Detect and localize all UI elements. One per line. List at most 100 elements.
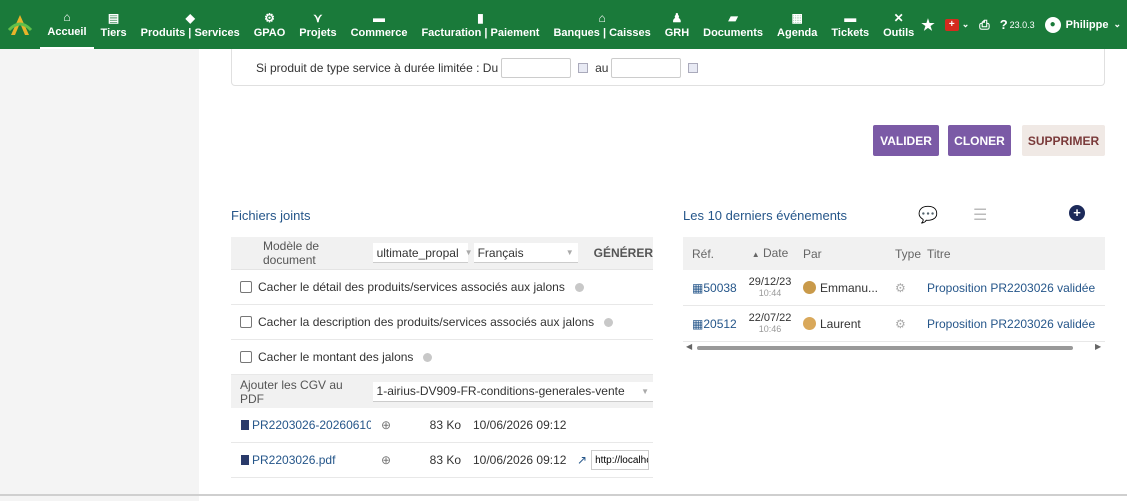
valider-button[interactable]: VALIDER <box>873 125 939 156</box>
nav-label: GPAO <box>253 26 286 39</box>
pdf-icon <box>241 420 249 430</box>
calendar-icon[interactable] <box>578 63 589 73</box>
nav-item-facturation-paiement[interactable]: ▮ Facturation | Paiement <box>414 0 546 49</box>
nav-item-tiers[interactable]: ▤ Tiers <box>94 0 134 49</box>
col-date[interactable]: ▲ Date <box>743 247 797 260</box>
nav-item-produits-services[interactable]: ◆ Produits | Services <box>134 0 247 49</box>
info-icon <box>423 352 433 362</box>
nav-label: Banques | Caisses <box>553 26 651 39</box>
user-avatar-icon <box>803 316 816 330</box>
nav-item-tickets[interactable]: ▬ Tickets <box>824 0 876 49</box>
file-size: 83 Ko <box>429 453 461 467</box>
top-navbar: ⌂ Accueil ▤ Tiers ◆ Produits | Services ⚙ GPAO ⋎… <box>0 0 1127 49</box>
invoice-icon: ▮ <box>477 10 484 25</box>
sitemap-icon: ⋎ <box>313 10 323 25</box>
nav-right-area: ★ + ⌄ ⎙ ? 23.0.3 ● Philippe ⌄ <box>921 0 1127 49</box>
file-link[interactable]: PR2203026.pdf <box>231 453 371 467</box>
scroll-right-icon[interactable]: ▶ <box>1095 342 1101 351</box>
briefcase-icon: ▬ <box>373 10 386 25</box>
service-duration-label: Si produit de type service à durée limit… <box>256 61 499 75</box>
file-name: PR2203026-20260610:... <box>252 418 371 432</box>
chevron-down-icon: ▼ <box>464 248 473 257</box>
col-type[interactable]: Type <box>889 247 923 261</box>
language-select[interactable]: Français ▼ <box>473 243 578 263</box>
cgv-label: Ajouter les CGV au PDF <box>240 377 343 406</box>
chevron-down-icon: ⌄ <box>961 19 970 29</box>
nav-item-banques-caisses[interactable]: ⌂ Banques | Caisses <box>546 0 657 49</box>
tools-icon: ✕ <box>893 10 904 25</box>
event-date: 22/07/22 10:46 <box>743 311 797 335</box>
horizontal-scrollbar[interactable]: ◀ ▶ <box>683 342 1105 354</box>
file-date: 10/06/2026 09:12 <box>473 453 567 467</box>
event-ref-link[interactable]: ▦50038 <box>683 281 743 295</box>
chevron-down-icon: ▼ <box>565 248 574 257</box>
option-row[interactable]: Cacher le détail des produits/services a… <box>231 270 653 305</box>
nav-item-agenda[interactable]: ▦ Agenda <box>770 0 824 49</box>
col-ref[interactable]: Réf. <box>683 247 743 261</box>
event-user[interactable]: Emmanu... <box>797 280 889 295</box>
col-par[interactable]: Par <box>797 247 889 261</box>
help-icon[interactable]: ? 23.0.3 <box>1000 17 1035 32</box>
date-to-input[interactable] <box>611 58 682 78</box>
external-link-icon[interactable]: ↗ <box>577 453 587 467</box>
calendar-icon: ▦ <box>791 10 803 25</box>
ticket-icon: ▬ <box>844 10 857 25</box>
page-bottom-divider <box>0 494 1127 496</box>
chevron-down-icon: ⌄ <box>1113 19 1121 29</box>
generate-button[interactable]: GÉNÉRER <box>594 246 653 260</box>
option-label: Cacher le détail des produits/services a… <box>258 280 565 294</box>
nav-item-gpao[interactable]: ⚙ GPAO <box>247 0 293 49</box>
file-row: PR2203026-20260610:... ⊕ 83 Ko 10/06/202… <box>231 408 653 443</box>
scrollbar-thumb[interactable] <box>697 346 1073 350</box>
nav-item-commerce[interactable]: ▬ Commerce <box>344 0 415 49</box>
cog-icon: ⚙ <box>895 316 906 331</box>
file-link[interactable]: PR2203026-20260610:... <box>231 418 371 432</box>
nav-item-projets[interactable]: ⋎ Projets <box>292 0 343 49</box>
option-row[interactable]: Cacher le montant des jalons <box>231 340 653 375</box>
event-date-value: 22/07/22 <box>748 311 792 324</box>
event-date-value: 29/12/23 <box>748 275 792 288</box>
nav-item-outils[interactable]: ✕ Outils <box>876 0 921 49</box>
cog-icon: ⚙ <box>895 280 906 295</box>
option-row[interactable]: Cacher la description des produits/servi… <box>231 305 653 340</box>
nav-item-accueil[interactable]: ⌂ Accueil <box>40 0 94 49</box>
add-event-icon[interactable]: + <box>1069 205 1085 221</box>
file-row: PR2203026.pdf ⊕ 83 Ko 10/06/2026 09:12 ↗ <box>231 443 653 478</box>
sort-asc-icon: ▲ <box>751 249 760 259</box>
public-link-field[interactable] <box>591 450 650 470</box>
left-sidebar <box>0 49 199 501</box>
nav-item-grh[interactable]: ♟ GRH <box>658 0 696 49</box>
date-from-input[interactable] <box>501 58 572 78</box>
events-toolbar: 💬 <box>918 205 938 225</box>
preview-zoom-icon[interactable]: ⊕ <box>373 453 399 467</box>
nav-label: Documents <box>703 26 764 39</box>
event-user[interactable]: Laurent <box>797 316 889 331</box>
user-menu[interactable]: ● Philippe ⌄ <box>1044 16 1121 33</box>
model-select[interactable]: ultimate_propal ▼ <box>372 243 473 263</box>
event-title[interactable]: Proposition PR2203026 validée <box>923 317 1105 331</box>
folder-icon: ▰ <box>728 10 738 25</box>
event-title[interactable]: Proposition PR2203026 validée <box>923 281 1105 295</box>
preview-zoom-icon[interactable]: ⊕ <box>373 418 399 432</box>
cloner-button[interactable]: CLONER <box>948 125 1011 156</box>
scroll-left-icon[interactable]: ◀ <box>686 342 692 351</box>
logo[interactable] <box>0 0 40 49</box>
cogs-icon: ⚙ <box>264 10 275 25</box>
cgv-select[interactable]: 1-airius-DV909-FR-conditions-generales-v… <box>372 381 653 402</box>
printer-icon[interactable]: ⎙ <box>979 17 989 33</box>
col-titre[interactable]: Titre <box>923 247 1105 261</box>
option-checkbox[interactable] <box>240 281 252 293</box>
user-avatar-icon <box>803 280 816 294</box>
bookmark-star-icon[interactable]: ★ <box>921 16 934 34</box>
language-flag[interactable]: + ⌄ <box>944 18 970 31</box>
supprimer-button[interactable]: SUPPRIMER <box>1022 125 1105 156</box>
list-icon[interactable]: ☰ <box>973 205 987 225</box>
nav-item-documents[interactable]: ▰ Documents <box>696 0 770 49</box>
option-checkbox[interactable] <box>240 316 252 328</box>
calendar-icon[interactable] <box>688 63 699 73</box>
comments-icon[interactable]: 💬 <box>918 205 938 225</box>
event-ref-link[interactable]: ▦20512 <box>683 317 743 331</box>
option-checkbox[interactable] <box>240 351 252 363</box>
nav-label: Accueil <box>47 25 87 38</box>
cgv-row: Ajouter les CGV au PDF 1-airius-DV909-FR… <box>231 375 653 408</box>
